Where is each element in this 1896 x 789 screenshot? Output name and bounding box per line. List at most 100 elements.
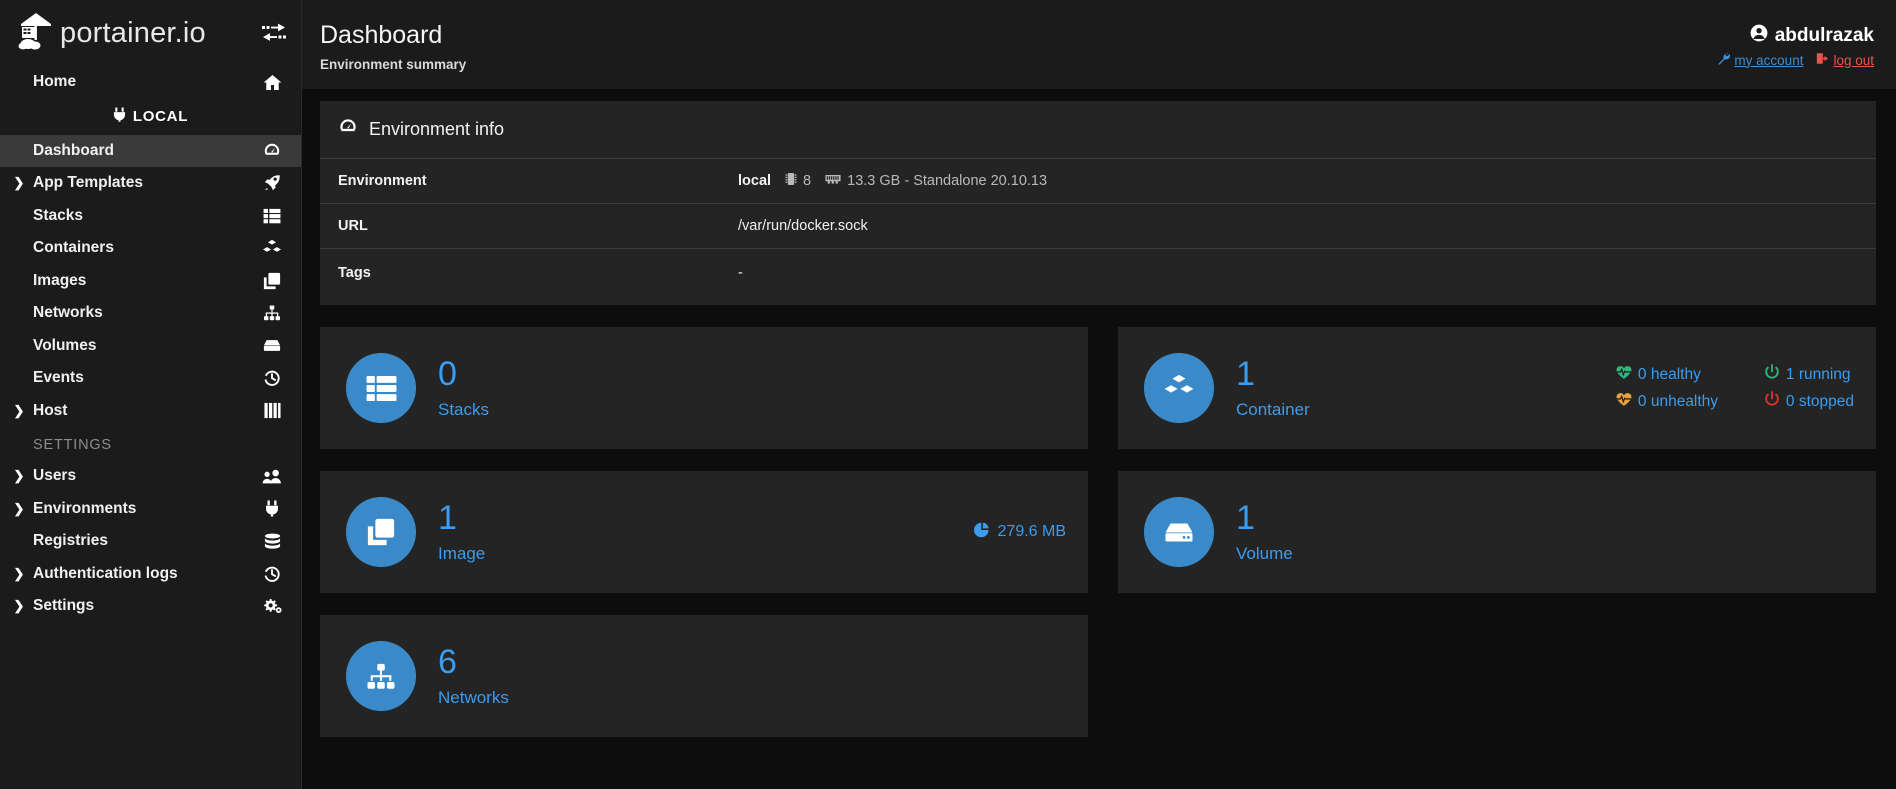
sidebar-item-stacks[interactable]: ❯ Stacks [0,200,301,233]
sidebar-item-dashboard[interactable]: ❯ Dashboard [0,134,301,167]
networks-count: 6 [438,642,457,681]
container-stats-rows: 0 healthy 1 running 0 unhealthy 0 stoppe… [1616,364,1854,412]
sidebar-item-host[interactable]: ❯ Host [0,395,301,428]
stacks-icon [259,208,285,224]
primary-nav: ❯ Home [0,66,301,99]
networks-card[interactable]: 6 Networks [320,615,1088,737]
sidebar-item-label: Networks [33,304,103,322]
volume-card[interactable]: 1 Volume [1118,471,1876,593]
container-label: Container [1236,399,1310,419]
sidebar-item-registries[interactable]: ❯ Registries [0,525,301,558]
stat-healthy: 0 healthy [1616,364,1738,385]
image-card-right: 279.6 MB [973,522,1066,543]
home-icon [259,74,285,91]
environment-row: Environment local 8 13.3 GB - Standalone… [320,158,1876,203]
image-count: 1 [438,498,457,537]
collapse-sidebar-icon[interactable] [261,21,287,45]
chevron-right-icon[interactable]: ❯ [8,501,30,517]
sidebar-item-settings[interactable]: ❯ Settings [0,590,301,623]
sidebar-item-users[interactable]: ❯ Users [0,460,301,493]
sidebar-item-home[interactable]: ❯ Home [0,66,301,99]
image-card[interactable]: 1 Image 279.6 MB [320,471,1088,593]
heartbeat-icon [1616,365,1632,385]
user-circle-icon [1750,24,1768,48]
gear-icon [259,597,285,615]
image-card-body: 1 Image [438,501,485,564]
pie-chart-icon [973,522,990,543]
stat-running-label: 1 running [1785,365,1851,383]
sidebar: portainer.io ❯ Home [0,0,302,789]
volume-label: Volume [1236,543,1293,563]
cards-column-right: 1 Container 0 healthy 1 running 0 unheal… [1118,327,1876,737]
sidebar-item-events[interactable]: ❯ Events [0,362,301,395]
sidebar-item-label: Environments [33,499,137,517]
user-links: my account log out [1717,52,1874,68]
user-menu: abdulrazak my account log out [1717,22,1874,68]
sidebar-item-containers[interactable]: ❯ Containers [0,232,301,265]
stat-stopped-label: 0 stopped [1785,392,1854,410]
settings-nav: ❯ Users ❯ Environments Registries ❯ Auth… [0,460,301,623]
sidebar-item-volumes[interactable]: ❯ Volumes [0,330,301,363]
brand-header[interactable]: portainer.io [0,0,301,66]
environment-info-panel: Environment info Environment local 8 13.… [320,101,1876,305]
volumes-icon [1144,497,1214,567]
sidebar-item-label: Containers [33,239,114,257]
sidebar-item-label: Dashboard [33,141,114,159]
container-stats: 0 healthy 1 running 0 unhealthy 0 stoppe… [1616,364,1854,412]
brand-name: portainer.io [60,16,206,49]
chevron-right-icon[interactable]: ❯ [8,598,30,614]
my-account-link[interactable]: my account [1717,52,1803,68]
images-icon [259,272,285,290]
cards-column-left: 0 Stacks 1 Image 279.6 MB 6 Networks [320,327,1088,737]
chevron-right-icon[interactable]: ❯ [8,175,30,191]
tags-row-key: Tags [338,265,371,281]
sidebar-item-authentication-logs[interactable]: ❯ Authentication logs [0,558,301,591]
sidebar-item-images[interactable]: ❯ Images [0,265,301,298]
sidebar-item-label: Registries [33,532,108,550]
volumes-icon [259,339,285,352]
main-content: Dashboard Environment summary abdulrazak [302,0,1896,789]
chevron-right-icon[interactable]: ❯ [8,566,30,582]
sidebar-item-networks[interactable]: ❯ Networks [0,297,301,330]
image-size-value: 279.6 MB [997,523,1066,540]
url-row-value: /var/run/docker.sock [738,218,868,234]
container-stats-row-bottom: 0 unhealthy 0 stopped [1616,391,1854,412]
sidebar-section-settings: SETTINGS [33,437,112,453]
containers-icon [259,239,285,257]
sidebar-item-label: Home [33,73,77,91]
networks-icon [346,641,416,711]
sidebar-item-label: Images [33,271,87,289]
environment-row-value: local 8 13.3 GB - Standalone 20.10.13 [738,172,1047,190]
environment-name: local [738,173,772,189]
sidebar-item-label: Volumes [33,336,97,354]
gauge-icon [338,117,358,142]
dashboard-content: Environment info Environment local 8 13.… [302,89,1896,737]
dashboard-cards-grid: 0 Stacks 1 Image 279.6 MB 6 Networks 1 C… [320,327,1876,737]
stacks-card[interactable]: 0 Stacks [320,327,1088,449]
sidebar-item-label: Settings [33,597,95,615]
stat-healthy-label: 0 healthy [1637,365,1701,383]
sidebar-item-label: Authentication logs [33,564,178,582]
container-card-body: 1 Container [1236,357,1310,420]
log-out-link[interactable]: log out [1816,52,1874,68]
chevron-right-icon[interactable]: ❯ [8,468,30,484]
portainer-logo-icon [18,11,54,55]
logout-icon [1816,52,1829,68]
environment-badge[interactable]: LOCAL [0,99,301,135]
sidebar-item-label: Stacks [33,206,83,224]
sidebar-item-environments[interactable]: ❯ Environments [0,493,301,526]
auth-logs-icon [259,565,285,583]
stat-unhealthy: 0 unhealthy [1616,391,1738,412]
log-out-label: log out [1833,52,1874,68]
sidebar-item-app-templates[interactable]: ❯ App Templates [0,167,301,200]
chevron-right-icon[interactable]: ❯ [8,403,30,419]
page-subtitle: Environment summary [320,56,467,72]
networks-icon [259,305,285,321]
image-label: Image [438,543,486,563]
image-size-badge: 279.6 MB [973,522,1066,543]
rocket-icon [259,174,285,192]
images-icon [346,497,416,567]
container-card[interactable]: 1 Container 0 healthy 1 running 0 unheal… [1118,327,1876,449]
host-icon [259,402,285,419]
container-count: 1 [1236,354,1255,393]
